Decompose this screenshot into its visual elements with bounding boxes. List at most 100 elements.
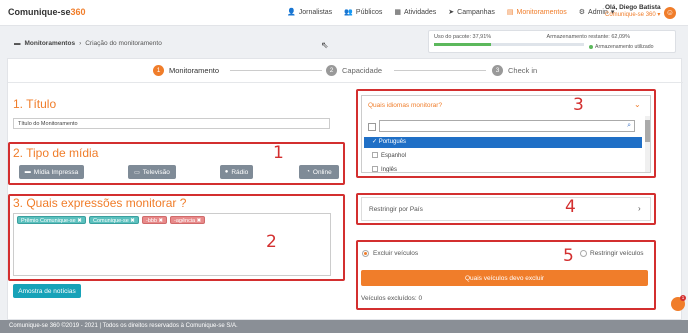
legend-used-label: Armazenamento utilizado [595,44,654,50]
language-search-input[interactable]: ⌕ [379,120,635,132]
option-checkbox [372,152,378,159]
chevron-down-icon[interactable]: ⌄ [634,100,641,109]
option-checkbox [372,166,378,172]
annotation-number-4: 4 [565,197,576,217]
avatar[interactable]: ☺ [664,7,676,19]
sample-news-button[interactable]: Amostra de notícias [13,284,81,298]
tag-text: -agência [174,218,196,224]
tag-text: Comunique-se [93,218,129,224]
exclude-vehicles-label: Excluir veículos [373,250,419,257]
usage-legend: Armazenamento utilizado [589,44,654,50]
expressions-heading: 3. Quais expressões monitorar ? [13,196,187,210]
step-number: 3 [492,65,503,76]
step-connector [394,70,486,71]
nav-item-jornalistas[interactable]: 👤 Jornalistas [287,8,333,17]
user-greeting: Olá, Diego Batista [605,4,661,11]
check-icon: ✓ [372,139,379,145]
nav-label: Atividades [404,8,437,16]
gear-icon: ⚙ [578,9,586,16]
expression-tag[interactable]: -agência ✖ [170,216,206,224]
breadcrumb: ▬ Monitoramentos › Criação do monitorame… [14,40,162,47]
media-type-heading: 2. Tipo de mídia [13,146,99,160]
expression-tag[interactable]: Comunique-se ✖ [89,216,139,224]
user-menu[interactable]: Olá, Diego Batista Comunique-se 360 ▾ [605,4,661,18]
usage-widget: Uso do pacote: 37,91% Armazenamento rest… [428,30,676,53]
user-company[interactable]: Comunique-se 360 ▾ [605,11,660,18]
media-button-impressa[interactable]: ▬ Mídia Impressa [19,165,84,179]
storage-remaining-label: Armazenamento restante: 62,09% [546,34,630,40]
step-number: 1 [153,65,164,76]
microphone-icon: ● [224,169,229,175]
scrollbar-thumb[interactable] [645,120,650,142]
media-button-televisao[interactable]: ▭ Televisão [128,165,176,179]
breadcrumb-separator: › [79,40,82,47]
step-connector [230,70,322,71]
breadcrumb-parent[interactable]: Monitoramentos [25,40,76,47]
restrict-vehicles-radio[interactable] [580,250,587,257]
breadcrumb-current: Criação do monitoramento [85,40,162,47]
newspaper-icon: ▬ [24,169,31,175]
user-icon: 👤 [287,9,296,16]
app-logo[interactable]: Comunique-se360 [8,7,86,17]
chat-badge: 1 [680,295,686,301]
footer: Comunique-se 360 ©2019 - 2021 | Todos os… [0,320,688,333]
restrict-country-toggle[interactable]: Restringir por País › [361,197,651,221]
search-icon: ⌕ [627,122,631,129]
usage-progress-fill [434,43,491,46]
legend-dot-icon [589,45,593,49]
expression-tag[interactable]: -bbb ✖ [142,216,168,224]
logo-accent: 360 [70,7,86,17]
media-button-label: Televisão [142,168,170,176]
media-button-radio[interactable]: ● Rádio [220,165,253,179]
media-button-label: Online [312,168,332,176]
nav-item-atividades[interactable]: ▦ Atividades [394,8,437,17]
language-option[interactable]: Espanhol [364,151,642,162]
users-icon: 👥 [344,9,353,16]
language-option[interactable]: ✓ Português [364,137,642,148]
top-navbar: Comunique-se360 👤 Jornalistas 👥 Públicos ▦… [0,0,688,26]
step-label: Check in [508,66,538,75]
expression-tag[interactable]: Prêmio Comunique-se ✖ [17,216,86,224]
nav-item-campanhas[interactable]: ➤ Campanhas [448,8,495,17]
calendar-icon: ▦ [394,9,401,16]
tag-text: Prêmio Comunique-se [21,218,76,224]
list-scrollbar[interactable] [645,116,650,172]
wifi-icon: ◔ [306,169,310,175]
chevron-right-icon: › [638,204,641,213]
send-icon: ➤ [448,9,455,16]
option-label: Português [378,139,407,145]
option-label: Espanhol [381,153,407,159]
select-all-checkbox[interactable] [368,123,376,131]
step-monitoramento[interactable]: 1 Monitoramento [153,65,219,76]
monitor-icon: ▤ [506,9,514,16]
list-icon: ▬ [14,40,21,47]
tag-text: -bbb [146,218,158,224]
nav-item-publicos[interactable]: 👥 Públicos [344,8,382,17]
media-button-label: Rádio [231,168,249,176]
language-heading: Quais idiomas monitorar? [368,102,443,109]
annotation-number-3: 3 [573,95,584,115]
step-label: Capacidade [342,66,383,75]
step-capacidade[interactable]: 2 Capacidade [326,65,382,76]
nav-label: Monitoramentos [516,8,567,16]
annotation-number-1: 1 [273,143,284,163]
restrict-country-label: Restringir por País [369,206,423,213]
title-input[interactable] [13,118,330,129]
language-option[interactable]: Inglês [364,165,642,172]
annotation-number-5: 5 [563,246,574,266]
step-checkin[interactable]: 3 Check in [492,65,537,76]
media-button-online[interactable]: ◔ Online [299,165,339,179]
tv-icon: ▭ [134,169,140,176]
nav-item-monitoramentos[interactable]: ▤ Monitoramentos [506,8,567,17]
exclude-vehicles-button[interactable]: Quais veículos devo excluir [361,270,648,286]
nav-label: Jornalistas [298,8,333,16]
wizard-steps: 1 Monitoramento 2 Capacidade 3 Check in [8,59,683,83]
language-selector: Quais idiomas monitorar? ⌄ ⌕ ✓ Português… [361,95,651,173]
excluded-count: Veículos excluídos: 0 [361,295,423,302]
step-label: Monitoramento [169,66,220,75]
package-usage-label: Uso do pacote: 37,91% [434,34,492,40]
media-button-label: Mídia Impressa [33,168,79,176]
main-nav: 👤 Jornalistas 👥 Públicos ▦ Atividades ➤ Camp… [287,8,626,17]
exclude-vehicles-radio[interactable] [362,250,369,257]
usage-progress-bar [434,43,584,46]
